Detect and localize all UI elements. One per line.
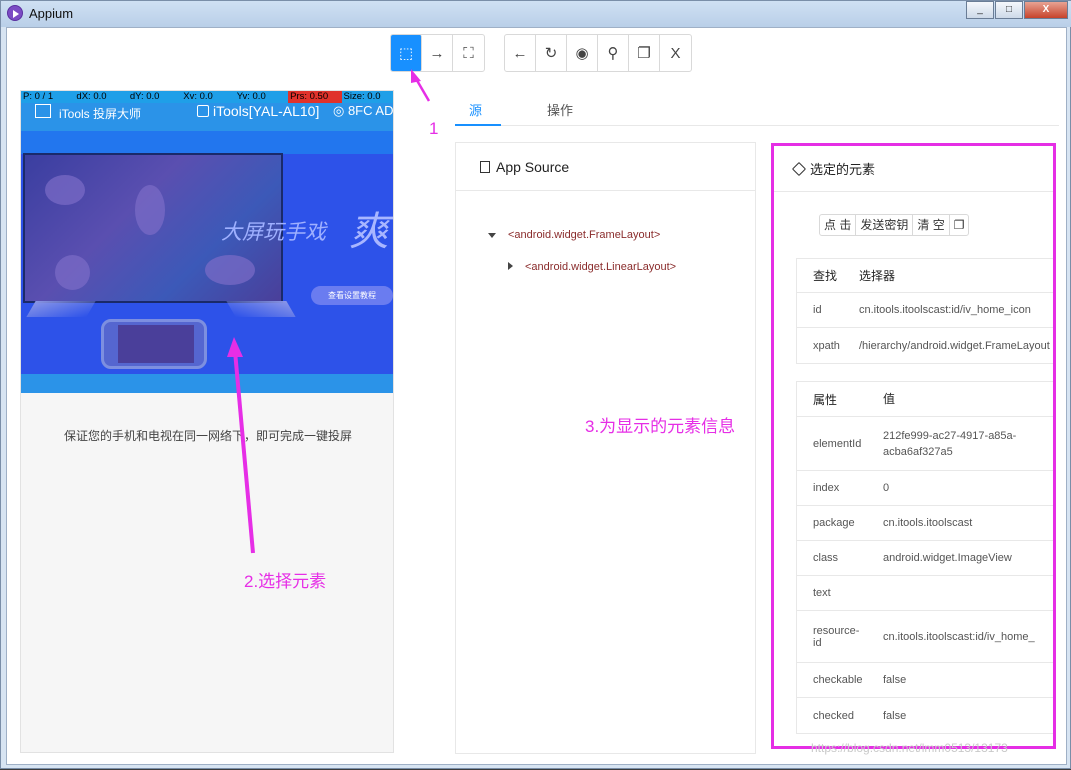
find-row-id[interactable]: id cn.itools.itoolscast:id/iv_home_icon bbox=[797, 293, 1053, 328]
select-element-button[interactable]: ⬚ bbox=[391, 35, 422, 71]
phone-illustration bbox=[101, 319, 207, 369]
device-screenshot[interactable]: P: 0 / 1 dX: 0.0 dY: 0.0 Xv: 0.0 Yv: 0.0… bbox=[20, 90, 394, 753]
device-code: ◎ 8FC AD bbox=[333, 103, 394, 118]
back-icon: ← bbox=[512, 44, 528, 62]
send-keys-button[interactable]: 发送密钥 bbox=[856, 215, 914, 235]
find-by-table: 查找 选择器 id cn.itools.itoolscast:id/iv_hom… bbox=[796, 258, 1053, 364]
pointer-location-overlay: P: 0 / 1 dX: 0.0 dY: 0.0 Xv: 0.0 Yv: 0.0… bbox=[21, 91, 393, 103]
appium-window: Appium _ □ X ⬚ → ⛶ ← ↻ ◉ ⚲ ❐ X P: 0 / 1 … bbox=[0, 0, 1071, 769]
app-source-title: App Source bbox=[496, 158, 570, 175]
overlay-xv: Xv: 0.0 bbox=[183, 91, 213, 102]
device-caption: 保证您的手机和电视在同一网络下，即可完成一键投屏 bbox=[63, 429, 352, 443]
cast-icon bbox=[197, 105, 209, 117]
select-element-icon: ⬚ bbox=[398, 45, 414, 62]
attr-row-package: package cn.itools.itoolscast bbox=[797, 506, 1053, 541]
watermark-text: https://blog.csdn.net/lmm0513/13173 bbox=[811, 741, 1008, 755]
app-header-title: iTools 投屏大师 bbox=[59, 107, 142, 121]
home-banner[interactable]: 大屏玩手戏 爽 查看设置教程 bbox=[21, 131, 393, 393]
tree-node-label: <android.widget.FrameLayout> bbox=[508, 229, 661, 241]
inspector-tabs: 源 操作 bbox=[455, 94, 1059, 126]
interaction-mode-toolbar: ⬚ → ⛶ bbox=[390, 34, 485, 72]
maximize-button[interactable]: □ bbox=[995, 1, 1023, 19]
clear-button[interactable]: 清 空 bbox=[913, 215, 950, 235]
close-window-button[interactable]: X bbox=[1024, 1, 1068, 19]
attr-row-text: text bbox=[797, 576, 1053, 611]
overlay-pressure: Prs: 0.50 bbox=[288, 91, 342, 103]
tag-icon bbox=[791, 161, 807, 176]
refresh-icon: ↻ bbox=[544, 45, 558, 62]
annotation-step2: 2.选择元素 bbox=[244, 572, 327, 591]
image-icon bbox=[35, 104, 51, 118]
selected-element-title: 选定的元素 bbox=[810, 162, 876, 177]
appium-logo-icon bbox=[7, 5, 23, 21]
tap-coordinates-icon: ⛶ bbox=[463, 44, 474, 62]
eye-button[interactable]: ◉ bbox=[567, 35, 598, 71]
tap-coordinates-button[interactable]: ⛶ bbox=[453, 35, 484, 71]
search-button[interactable]: ⚲ bbox=[598, 35, 629, 71]
active-tab-indicator bbox=[455, 124, 501, 126]
file-icon bbox=[480, 160, 490, 173]
inspector-client: ⬚ → ⛶ ← ↻ ◉ ⚲ ❐ X P: 0 / 1 dX: 0.0 dY: 0… bbox=[6, 27, 1067, 765]
attr-row-class: class android.widget.ImageView bbox=[797, 541, 1053, 576]
overlay-size: Size: 0.0 bbox=[343, 91, 381, 102]
device-app-header: iTools 投屏大师 iTools[YAL-AL10] ◎ 8FC AD bbox=[21, 103, 394, 123]
overlay-pointer: P: 0 / 1 bbox=[23, 91, 54, 102]
swipe-icon: → bbox=[429, 44, 445, 62]
attr-row-elementid: elementId 212fe999-ac27-4917-a85a-acba6a… bbox=[797, 417, 1053, 471]
session-toolbar: ← ↻ ◉ ⚲ ❐ X bbox=[504, 34, 692, 72]
banner-slogan-big: 爽 bbox=[349, 209, 389, 255]
tab-actions[interactable]: 操作 bbox=[547, 100, 573, 119]
tree-node-linearlayout[interactable]: <android.widget.LinearLayout> bbox=[508, 261, 676, 273]
caret-right-icon[interactable] bbox=[508, 262, 513, 270]
device-name: iTools[YAL-AL10] bbox=[213, 103, 320, 119]
attr-row-resource-id: resource-id cn.itools.itoolscast:id/iv_h… bbox=[797, 611, 1053, 663]
attributes-table-header: 属性 值 bbox=[797, 382, 1053, 417]
swipe-button[interactable]: → bbox=[422, 35, 453, 71]
eye-icon: ◉ bbox=[575, 45, 589, 62]
attributes-table: 属性 值 elementId 212fe999-ac27-4917-a85a-a… bbox=[796, 381, 1053, 734]
caret-down-icon[interactable] bbox=[488, 233, 496, 238]
attr-row-checked: checked false bbox=[813, 709, 907, 722]
quit-session-button[interactable]: X bbox=[660, 35, 691, 71]
attr-row-index: index 0 bbox=[797, 471, 1053, 506]
window-title: Appium bbox=[29, 6, 74, 21]
title-bar: Appium _ □ X bbox=[1, 1, 1071, 27]
minimize-button[interactable]: _ bbox=[966, 1, 994, 19]
tree-node-label: <android.widget.LinearLayout> bbox=[525, 261, 677, 273]
tap-button[interactable]: 点 击 bbox=[820, 215, 857, 235]
banner-slogan: 大屏玩手戏 bbox=[221, 220, 326, 244]
copy-attributes-button[interactable]: ❐ bbox=[950, 215, 969, 235]
copy-icon: ❐ bbox=[637, 45, 651, 62]
tree-node-framelayout[interactable]: <android.widget.FrameLayout> bbox=[488, 229, 660, 241]
overlay-yv: Yv: 0.0 bbox=[236, 91, 266, 102]
close-icon: X bbox=[670, 44, 681, 62]
find-table-header: 查找 选择器 bbox=[797, 259, 1053, 293]
overlay-dx: dX: 0.0 bbox=[76, 91, 107, 102]
refresh-button[interactable]: ↻ bbox=[536, 35, 567, 71]
copy-button[interactable]: ❐ bbox=[629, 35, 660, 71]
annotation-step3: 3.为显示的元素信息 bbox=[585, 417, 736, 436]
attr-row-checkable: checkable false bbox=[797, 663, 1053, 698]
find-row-xpath[interactable]: xpath /hierarchy/android.widget.FrameLay… bbox=[797, 328, 1053, 363]
selected-element-panel: 选定的元素 点 击 发送密钥 清 空 ❐ 查找 选择器 id cn.itools… bbox=[771, 143, 1056, 749]
overlay-dy: dY: 0.0 bbox=[129, 91, 160, 102]
search-icon: ⚲ bbox=[607, 45, 619, 62]
back-button[interactable]: ← bbox=[505, 35, 536, 71]
tab-source[interactable]: 源 bbox=[469, 100, 482, 119]
view-tutorial-button[interactable]: 查看设置教程 bbox=[311, 286, 393, 305]
app-source-panel: App Source <android.widget.FrameLayout> … bbox=[455, 142, 756, 754]
element-action-group: 点 击 发送密钥 清 空 ❐ bbox=[819, 214, 970, 236]
annotation-step1: 1 bbox=[429, 119, 439, 138]
